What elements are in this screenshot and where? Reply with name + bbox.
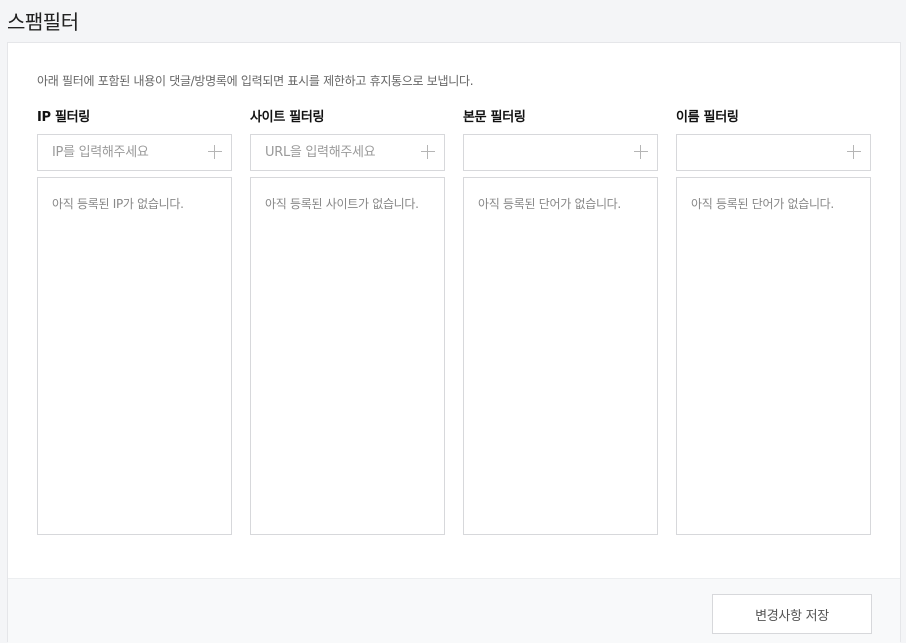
page-title: 스팸필터 bbox=[7, 10, 79, 34]
filter-description: 아래 필터에 포함된 내용이 댓글/방명록에 입력되면 표시를 제한하고 휴지통… bbox=[37, 74, 474, 88]
site-filter-input-row bbox=[250, 134, 445, 171]
plus-icon[interactable] bbox=[207, 144, 223, 160]
site-filter-list: 아직 등록된 사이트가 없습니다. bbox=[250, 177, 445, 535]
content-filter-title: 본문 필터링 bbox=[463, 110, 526, 125]
name-filter-list: 아직 등록된 단어가 없습니다. bbox=[676, 177, 871, 535]
panel-footer: 변경사항 저장 bbox=[8, 578, 900, 643]
plus-icon[interactable] bbox=[420, 144, 436, 160]
site-filter-column: 사이트 필터링 아직 등록된 사이트가 없습니다. bbox=[250, 106, 445, 535]
ip-filter-input[interactable] bbox=[38, 135, 203, 170]
content-filter-list: 아직 등록된 단어가 없습니다. bbox=[463, 177, 658, 535]
ip-filter-column: IP 필터링 아직 등록된 IP가 없습니다. bbox=[37, 106, 232, 535]
content-filter-input-row bbox=[463, 134, 658, 171]
site-filter-empty-message: 아직 등록된 사이트가 없습니다. bbox=[265, 197, 419, 211]
spam-filter-panel: 아래 필터에 포함된 내용이 댓글/방명록에 입력되면 표시를 제한하고 휴지통… bbox=[7, 42, 901, 643]
plus-icon[interactable] bbox=[633, 144, 649, 160]
plus-icon[interactable] bbox=[846, 144, 862, 160]
content-filter-input[interactable] bbox=[464, 135, 629, 170]
ip-filter-input-row bbox=[37, 134, 232, 171]
ip-filter-list: 아직 등록된 IP가 없습니다. bbox=[37, 177, 232, 535]
name-filter-column: 이름 필터링 아직 등록된 단어가 없습니다. bbox=[676, 106, 871, 535]
site-filter-title: 사이트 필터링 bbox=[250, 110, 325, 125]
name-filter-empty-message: 아직 등록된 단어가 없습니다. bbox=[691, 197, 834, 211]
ip-filter-empty-message: 아직 등록된 IP가 없습니다. bbox=[52, 197, 184, 211]
content-filter-empty-message: 아직 등록된 단어가 없습니다. bbox=[478, 197, 621, 211]
content-filter-column: 본문 필터링 아직 등록된 단어가 없습니다. bbox=[463, 106, 658, 535]
name-filter-input-row bbox=[676, 134, 871, 171]
name-filter-input[interactable] bbox=[677, 135, 842, 170]
ip-filter-title: IP 필터링 bbox=[37, 110, 90, 125]
site-filter-input[interactable] bbox=[251, 135, 416, 170]
name-filter-title: 이름 필터링 bbox=[676, 110, 739, 125]
save-changes-button[interactable]: 변경사항 저장 bbox=[712, 594, 872, 634]
